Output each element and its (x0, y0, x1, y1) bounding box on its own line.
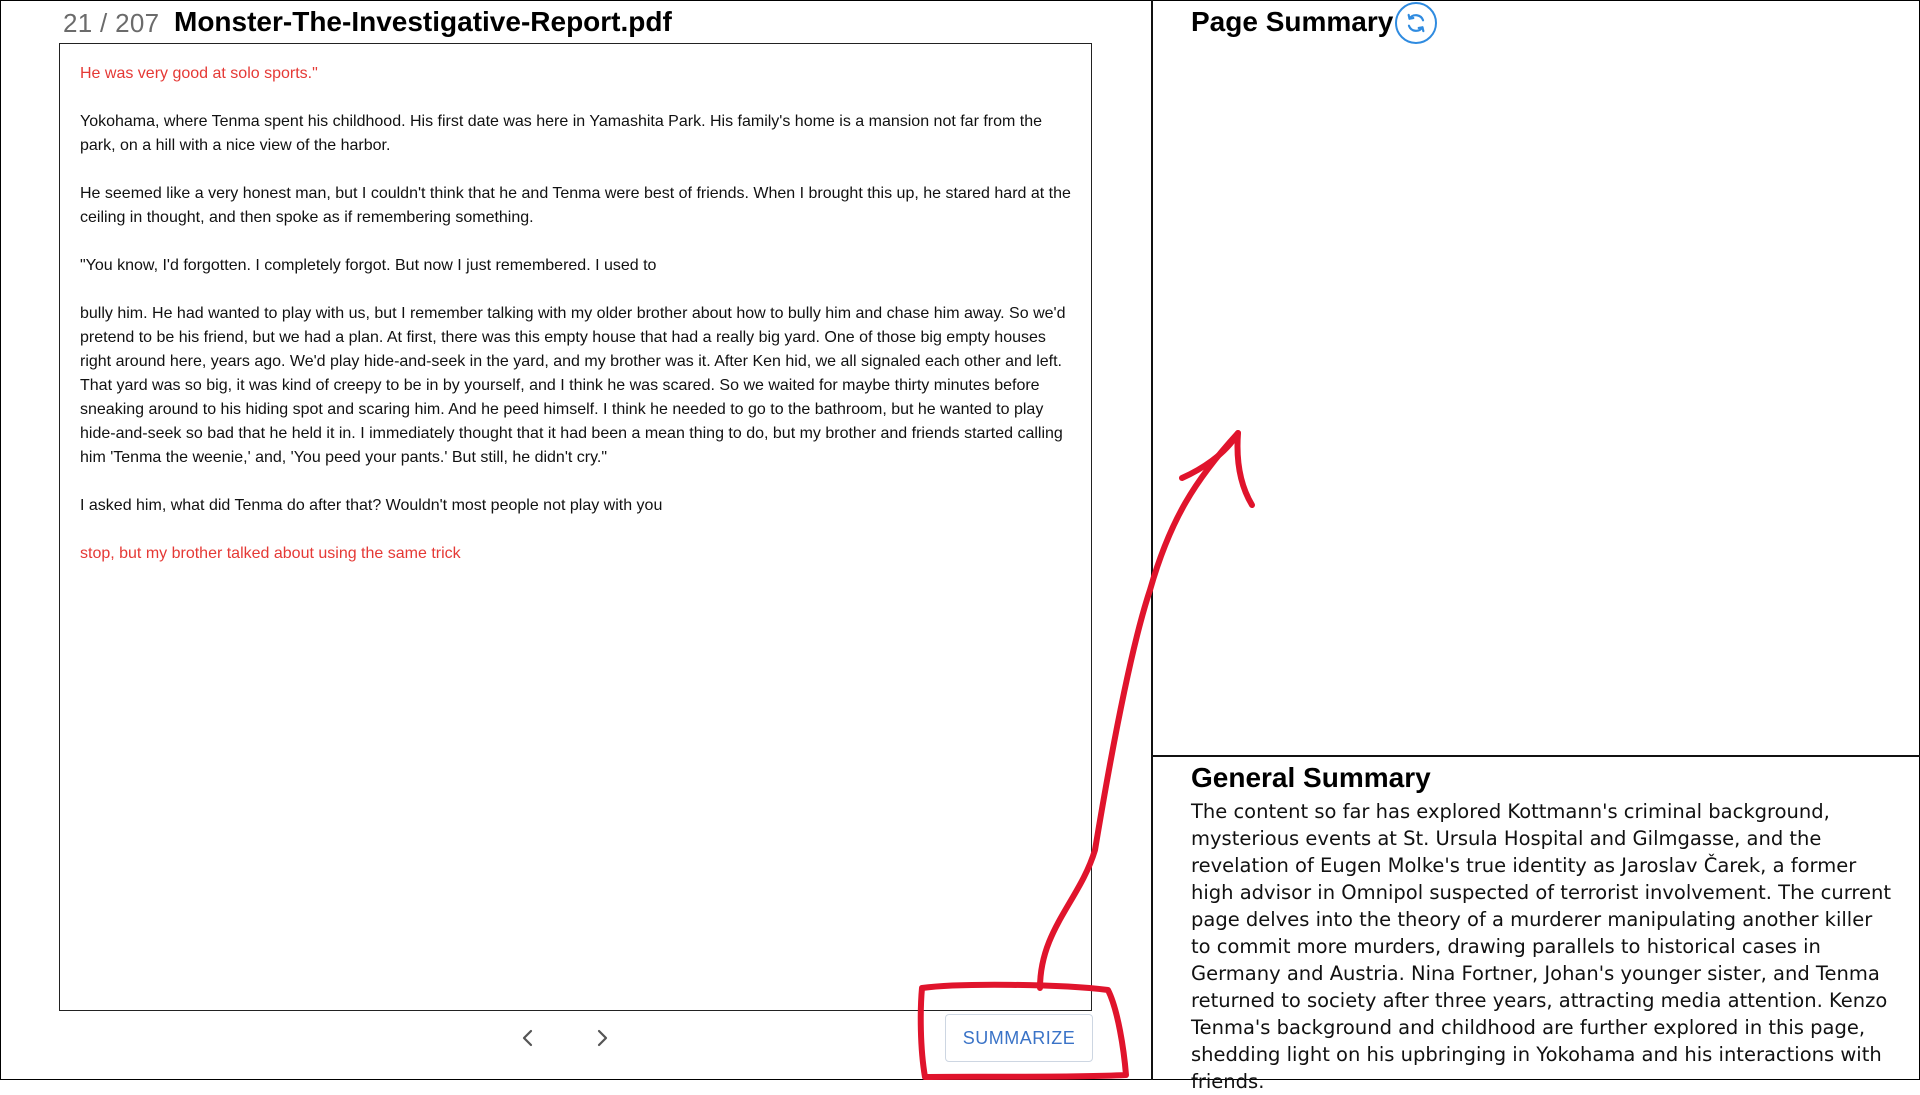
previous-page-button[interactable] (508, 1018, 548, 1058)
document-title: Monster-The-Investigative-Report.pdf (174, 6, 672, 37)
pdf-paragraph: "You know, I'd forgotten. I completely f… (80, 257, 657, 274)
chevron-right-icon (597, 1029, 608, 1047)
next-page-button[interactable] (582, 1018, 622, 1058)
page-summary-title: Page Summary (1191, 6, 1394, 37)
pdf-paragraph: He seemed like a very honest man, but I … (80, 185, 1071, 226)
panel-divider-vertical (1151, 0, 1153, 1080)
pdf-paragraph: He was very good at solo sports." (80, 65, 318, 82)
refresh-summary-button[interactable] (1395, 2, 1437, 44)
page-counter: 21 / 207 (63, 8, 160, 38)
panel-divider-horizontal (1152, 755, 1920, 757)
pdf-page-viewer[interactable]: He was very good at solo sports." Yokoha… (59, 43, 1092, 1011)
pdf-page-text: He was very good at solo sports." Yokoha… (80, 62, 1075, 590)
pdf-paragraph: stop, but my brother talked about using … (80, 545, 461, 562)
pdf-paragraph: Yokohama, where Tenma spent his childhoo… (80, 113, 1043, 154)
refresh-icon (1407, 13, 1425, 33)
pdf-paragraph: I asked him, what did Tenma do after tha… (80, 497, 663, 514)
general-summary-text: The content so far has explored Kottmann… (1191, 800, 1891, 1093)
chevron-left-icon (522, 1029, 533, 1047)
general-summary-title: General Summary (1191, 762, 1431, 793)
pdf-paragraph: bully him. He had wanted to play with us… (80, 305, 1066, 466)
summarize-button[interactable]: SUMMARIZE (945, 1014, 1093, 1062)
